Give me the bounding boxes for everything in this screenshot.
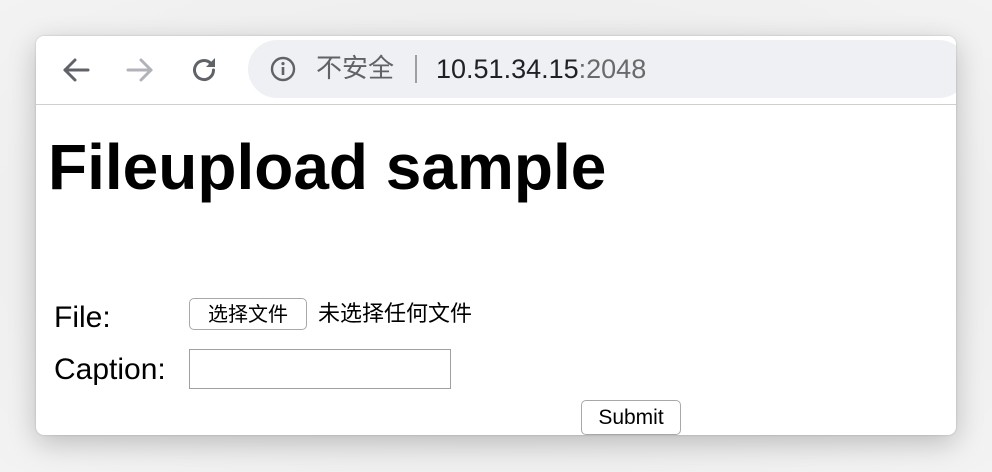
- reload-button[interactable]: [184, 50, 224, 90]
- url-port: :2048: [578, 54, 647, 84]
- page-content: Fileupload sample File: 选择文件 未选择任何文件 Cap…: [36, 105, 956, 435]
- back-button[interactable]: [56, 50, 96, 90]
- arrow-right-icon: [126, 58, 153, 82]
- caption-label: Caption:: [54, 353, 166, 386]
- browser-toolbar: 不安全 10.51.34.15:2048: [36, 36, 956, 105]
- omnibox-separator: [415, 55, 417, 83]
- address-bar[interactable]: 不安全 10.51.34.15:2048: [248, 40, 956, 98]
- choose-file-button[interactable]: 选择文件: [189, 298, 307, 330]
- page-title: Fileupload sample: [48, 131, 607, 203]
- caption-input[interactable]: [189, 349, 451, 389]
- file-label: File:: [54, 301, 111, 334]
- forward-button[interactable]: [120, 50, 160, 90]
- url-host: 10.51.34.15: [436, 54, 579, 84]
- arrow-left-icon: [63, 58, 90, 82]
- no-file-chosen-text: 未选择任何文件: [318, 302, 473, 327]
- submit-button[interactable]: Submit: [581, 400, 681, 435]
- url-text[interactable]: 10.51.34.15:2048: [436, 54, 646, 84]
- security-status-label[interactable]: 不安全: [316, 55, 394, 83]
- info-circle-icon[interactable]: [270, 56, 296, 82]
- reload-icon: [193, 58, 216, 82]
- browser-window: 不安全 10.51.34.15:2048 Fileupload sample F…: [36, 36, 956, 435]
